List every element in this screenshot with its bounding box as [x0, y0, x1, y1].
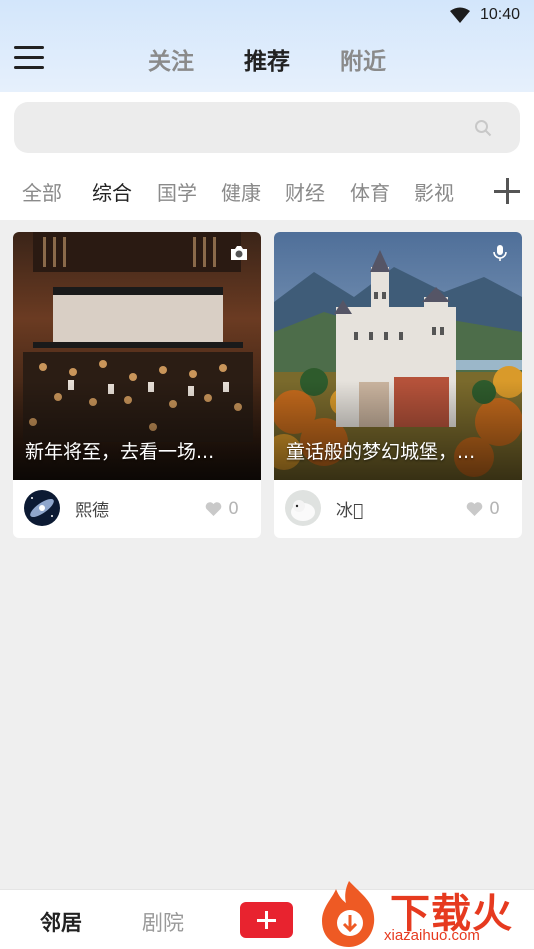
search-icon — [475, 120, 492, 137]
card-title: 新年将至，去看一场... — [25, 441, 215, 463]
feed-card[interactable]: 新年将至，去看一场... 熙德 0 — [13, 232, 261, 538]
nav-theater[interactable]: 剧院 — [142, 907, 184, 937]
flame-logo-icon — [322, 881, 375, 947]
heart-icon — [205, 502, 222, 516]
category-sports[interactable]: 体育 — [350, 177, 390, 206]
category-all[interactable]: 全部 — [22, 177, 62, 206]
watermark-domain: xiazaihuo.com — [384, 927, 480, 944]
add-category-icon[interactable] — [494, 178, 520, 204]
camera-icon — [231, 246, 247, 260]
author-name[interactable]: 熙德 — [75, 496, 109, 521]
category-finance[interactable]: 财经 — [285, 177, 325, 206]
category-health[interactable]: 健康 — [221, 177, 261, 206]
microphone-icon — [493, 245, 507, 261]
status-time: 10:40 — [479, 6, 520, 23]
tab-recommended[interactable]: 推荐 — [244, 42, 290, 76]
category-film[interactable]: 影视 — [414, 177, 454, 206]
tab-following[interactable]: 关注 — [148, 42, 194, 76]
nav-neighbors[interactable]: 邻居 — [40, 907, 82, 937]
author-name[interactable]: 冰  — [336, 496, 363, 521]
heart-icon — [466, 502, 483, 516]
feed-card[interactable]: 童话般的梦幻城堡，... 冰  0 — [274, 232, 522, 538]
category-guoxue[interactable]: 国学 — [157, 177, 197, 206]
like-button[interactable]: 0 — [205, 499, 239, 519]
like-count: 0 — [489, 499, 500, 519]
like-count: 0 — [228, 499, 239, 519]
category-general[interactable]: 综合 — [92, 177, 132, 206]
avatar[interactable] — [24, 490, 60, 526]
search-input[interactable] — [14, 102, 520, 153]
watermark: 下载火 xiazaihuo.com — [314, 877, 534, 949]
create-post-button[interactable] — [240, 902, 293, 938]
category-tabs: 全部 综合 国学 健康 财经 体育 影视 — [0, 164, 534, 220]
like-button[interactable]: 0 — [466, 499, 500, 519]
card-title: 童话般的梦幻城堡，... — [286, 441, 476, 463]
search-section — [0, 92, 534, 164]
wifi-icon — [449, 7, 470, 23]
status-bar: 10:40 — [449, 4, 520, 26]
header-tabs: 关注 推荐 附近 — [0, 42, 534, 76]
top-header: 10:40 关注 推荐 附近 — [0, 0, 534, 92]
avatar[interactable] — [285, 490, 321, 526]
tab-nearby[interactable]: 附近 — [340, 42, 386, 76]
